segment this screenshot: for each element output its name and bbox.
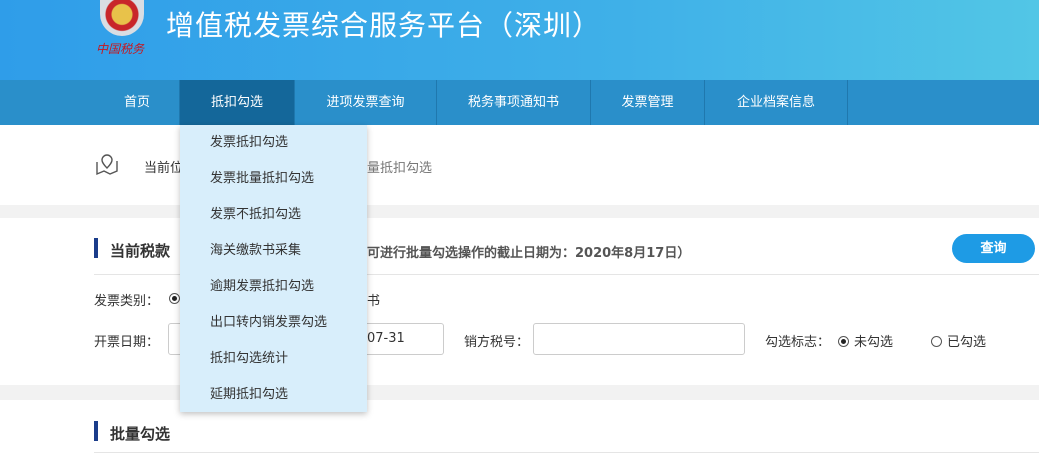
invoice-type-option-tail: 书	[367, 294, 381, 309]
invoice-date-label: 开票日期：	[94, 335, 160, 350]
deadline-notice: 可进行批量勾选操作的截止日期为：2020年8月17日）	[367, 246, 691, 261]
radio-icon	[931, 336, 942, 347]
menu-item[interactable]: 抵扣勾选统计	[180, 347, 367, 383]
nav-home[interactable]: 首页	[95, 80, 180, 125]
menu-item[interactable]: 发票抵扣勾选	[180, 131, 367, 167]
seller-tax-input[interactable]	[533, 323, 745, 355]
invoice-type-radio[interactable]	[169, 293, 180, 304]
breadcrumb-left: 当前位	[144, 161, 184, 176]
flag-unchecked-option[interactable]: 未勾选	[838, 331, 893, 350]
flag-checked-option[interactable]: 已勾选	[931, 331, 986, 350]
radio-icon	[838, 336, 849, 347]
location-map-icon	[96, 154, 118, 176]
page-title: 增值税发票综合服务平台（深圳）	[166, 9, 602, 42]
header: 中国税务 增值税发票综合服务平台（深圳）	[0, 0, 1039, 80]
section-marker	[94, 238, 98, 258]
menu-item[interactable]: 发票不抵扣勾选	[180, 203, 367, 239]
breadcrumb-right: 量抵扣勾选	[367, 161, 433, 176]
seller-tax-label: 销方税号：	[464, 335, 530, 350]
nav-enterprise-info[interactable]: 企业档案信息	[705, 80, 848, 125]
section-title-batch: 批量勾选	[110, 425, 171, 443]
nav-deduction-select[interactable]: 抵扣勾选	[180, 80, 295, 125]
divider	[0, 205, 1039, 218]
tax-logo: 中国税务	[94, 0, 156, 60]
section-title: 当前税款	[110, 242, 171, 260]
check-flag-label: 勾选标志：	[765, 335, 831, 350]
section-marker	[94, 421, 98, 441]
divider	[0, 385, 1039, 400]
date-end-input[interactable]: 07-31	[355, 323, 444, 355]
flag-checked-label: 已勾选	[947, 335, 987, 350]
menu-item[interactable]: 出口转内销发票勾选	[180, 311, 367, 347]
main-nav: 首页 抵扣勾选 进项发票查询 税务事项通知书 发票管理 企业档案信息	[0, 80, 1039, 125]
menu-item[interactable]: 逾期发票抵扣勾选	[180, 275, 367, 311]
nav-tax-notice[interactable]: 税务事项通知书	[437, 80, 591, 125]
menu-item[interactable]: 发票批量抵扣勾选	[180, 167, 367, 203]
query-button[interactable]: 查询	[952, 234, 1035, 263]
flag-unchecked-label: 未勾选	[854, 335, 894, 350]
nav-invoice-query[interactable]: 进项发票查询	[295, 80, 437, 125]
divider	[94, 452, 1039, 453]
invoice-type-label: 发票类别：	[94, 294, 160, 309]
menu-item[interactable]: 海关缴款书采集	[180, 239, 367, 275]
deduction-dropdown-menu: 发票抵扣勾选 发票批量抵扣勾选 发票不抵扣勾选 海关缴款书采集 逾期发票抵扣勾选…	[180, 125, 367, 412]
menu-item[interactable]: 延期抵扣勾选	[180, 383, 367, 419]
nav-invoice-manage[interactable]: 发票管理	[591, 80, 705, 125]
